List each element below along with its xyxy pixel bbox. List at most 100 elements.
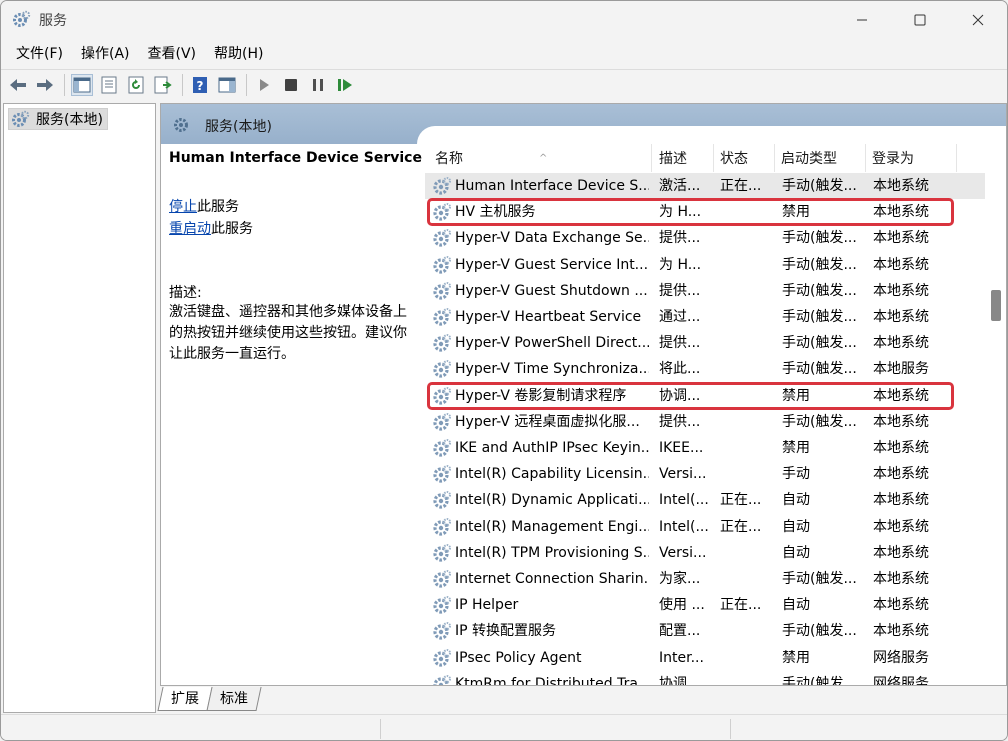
table-row[interactable]: Hyper-V Guest Service Int... 为 H... 手动(触发.… — [425, 252, 985, 278]
cell-startup: 手动(触发... — [782, 335, 857, 352]
cell-desc: Versi... — [659, 466, 707, 483]
help-button[interactable]: ? — [189, 74, 211, 96]
column-header-status[interactable]: 状态 — [714, 148, 774, 170]
column-header-name[interactable]: 名称 ^ — [429, 148, 651, 170]
table-row[interactable]: IP 转换配置服务 配置... 手动(触发... 本地系统 — [425, 618, 985, 644]
cell-logon: 本地系统 — [873, 309, 929, 325]
cell-desc: 将此... — [659, 361, 701, 378]
service-gear-icon — [433, 308, 451, 326]
pane-header: 服务(本地) — [161, 104, 1006, 146]
column-header-desc[interactable]: 描述 — [653, 148, 713, 170]
cell-name: KtmRm for Distributed Tra... — [455, 675, 649, 686]
pause-service-button[interactable] — [307, 74, 329, 96]
column-divider[interactable] — [651, 144, 652, 172]
maximize-icon — [914, 14, 926, 26]
maximize-button[interactable] — [891, 1, 949, 39]
forward-button[interactable] — [34, 74, 56, 96]
cell-startup: 自动 — [782, 597, 810, 614]
refresh-button[interactable] — [125, 74, 147, 96]
table-row[interactable]: Hyper-V Time Synchroniza... 将此... 手动(触发...… — [425, 356, 985, 382]
export-list-button[interactable] — [152, 74, 174, 96]
cell-startup: 手动(触发... — [782, 178, 857, 194]
cell-startup: 手动(触发... — [782, 675, 857, 686]
table-row[interactable]: Intel(R) TPM Provisioning S... Versi... 自动… — [425, 540, 985, 566]
cell-desc: 通过... — [659, 309, 701, 325]
tab-standard[interactable]: 标准 — [206, 687, 262, 711]
tab-label: 标准 — [220, 691, 248, 707]
toolbar: ? — [1, 69, 1007, 99]
cell-logon: 本地系统 — [873, 413, 929, 430]
minimize-button[interactable] — [833, 1, 891, 39]
scrollbar-thumb[interactable] — [991, 290, 1001, 321]
cell-name: Intel(R) TPM Provisioning S... — [455, 544, 649, 561]
properties-icon — [101, 76, 117, 93]
sort-ascending-icon: ^ — [539, 153, 548, 164]
back-button[interactable] — [7, 74, 29, 96]
close-button[interactable] — [949, 1, 1007, 39]
menu-view[interactable]: 查看(V) — [141, 41, 204, 67]
stop-service-link[interactable]: 停止 — [169, 199, 197, 215]
refresh-icon — [128, 76, 144, 93]
cell-desc: 协调... — [659, 387, 701, 404]
show-action-pane-button[interactable] — [216, 74, 238, 96]
services-pane: 服务(本地) Human Interface Device Service 停止… — [160, 103, 1007, 686]
cell-startup: 手动(触发... — [782, 413, 857, 430]
properties-button[interactable] — [98, 74, 120, 96]
restart-service-line: 重启动此服务 — [169, 218, 253, 238]
table-row[interactable]: Hyper-V Data Exchange Se... 提供... 手动(触发...… — [425, 225, 985, 251]
pause-service-icon — [313, 78, 323, 91]
tree-item-services-local[interactable]: 服务(本地) — [8, 108, 108, 130]
cell-startup: 手动 — [782, 466, 810, 483]
column-header-startup[interactable]: 启动类型 — [775, 148, 865, 170]
tab-extended[interactable]: 扩展 — [157, 687, 213, 711]
menu-file[interactable]: 文件(F) — [9, 41, 70, 67]
table-row[interactable]: Hyper-V Heartbeat Service 通过... 手动(触发... 本地… — [425, 304, 985, 330]
table-row[interactable]: IKE and AuthIP IPsec Keyin... IKEE... 禁用 本地… — [425, 435, 985, 461]
table-row[interactable]: Intel(R) Capability Licensin... Versi... 手… — [425, 461, 985, 487]
table-row[interactable]: HV 主机服务 为 H... 禁用 本地系统 — [425, 199, 985, 225]
cell-logon: 本地系统 — [873, 623, 929, 640]
column-divider[interactable] — [956, 144, 957, 172]
table-row[interactable]: Human Interface Device S... 激活... 正在... 手动(… — [425, 173, 985, 199]
cell-logon: 本地服务 — [873, 361, 929, 378]
menu-help[interactable]: 帮助(H) — [207, 41, 270, 67]
export-list-icon — [154, 76, 172, 93]
table-row[interactable]: Intel(R) Management Engi... Intel(... 正在..… — [425, 514, 985, 540]
status-segment — [381, 719, 731, 739]
cell-name: Hyper-V Guest Shutdown ... — [455, 282, 648, 299]
cell-desc: Intel(... — [659, 518, 709, 535]
stop-service-button[interactable] — [280, 74, 302, 96]
cell-name: Intel(R) Dynamic Applicati... — [455, 492, 649, 509]
cell-name: IKE and AuthIP IPsec Keyin... — [455, 440, 649, 456]
table-row[interactable]: IPsec Policy Agent Inter... 禁用 网络服务 — [425, 645, 985, 671]
show-action-pane-icon — [218, 77, 236, 92]
table-row[interactable]: KtmRm for Distributed Tra... 协调... 手动(触发..… — [425, 671, 985, 686]
restart-service-button[interactable] — [334, 74, 356, 96]
start-service-button[interactable] — [253, 74, 275, 96]
table-row[interactable]: Internet Connection Sharin... 为家... 手动(触发.… — [425, 566, 985, 592]
column-header-logon[interactable]: 登录为 — [866, 148, 956, 170]
cell-desc: Intel(... — [659, 492, 709, 509]
table-row[interactable]: Intel(R) Dynamic Applicati... Intel(... 正在… — [425, 487, 985, 513]
cell-startup: 手动(触发... — [782, 623, 857, 640]
cell-name: Internet Connection Sharin... — [455, 571, 649, 587]
description-pane: Human Interface Device Service 停止此服务 重启动… — [161, 144, 422, 685]
table-row[interactable]: Hyper-V PowerShell Direct... 提供... 手动(触发..… — [425, 330, 985, 356]
cell-desc: 提供... — [659, 230, 701, 247]
toolbar-separator — [64, 73, 65, 96]
cell-name: IP Helper — [455, 597, 519, 614]
table-row[interactable]: Hyper-V 卷影复制请求程序 协调... 禁用 本地系统 — [425, 383, 985, 409]
cell-logon: 本地系统 — [873, 492, 929, 509]
table-row[interactable]: Hyper-V 远程桌面虚拟化服... 提供... 手动(触发... 本地系统 — [425, 409, 985, 435]
table-row[interactable]: IP Helper 使用 ... 正在... 自动 本地系统 — [425, 592, 985, 618]
menu-action[interactable]: 操作(A) — [74, 41, 137, 67]
restart-service-link[interactable]: 重启动 — [169, 221, 211, 237]
stop-service-suffix: 此服务 — [197, 199, 239, 215]
cell-desc: IKEE... — [659, 440, 704, 456]
cell-status: 正在... — [720, 178, 762, 194]
table-row[interactable]: Hyper-V Guest Shutdown ... 提供... 手动(触发... 本… — [425, 278, 985, 304]
vertical-scrollbar[interactable] — [987, 144, 1006, 685]
services-gear-icon — [12, 110, 30, 127]
selected-service-name: Human Interface Device Service — [169, 150, 422, 166]
show-hide-tree-button[interactable] — [71, 73, 93, 96]
